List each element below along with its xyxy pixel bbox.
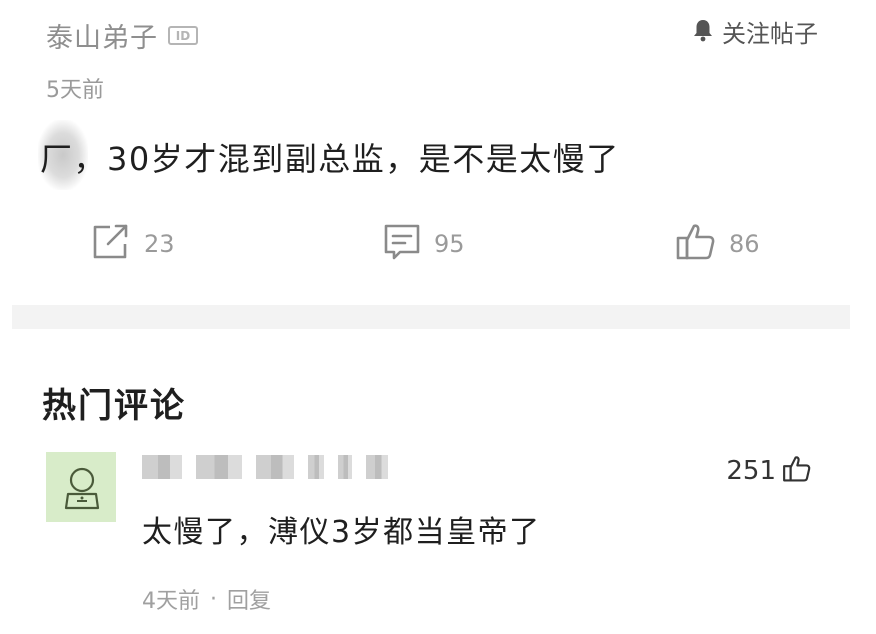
post-text: 厂，30岁才混到副总监，是不是太慢了 [40, 140, 620, 178]
section-divider [12, 305, 850, 329]
hot-comments-title: 热门评论 [42, 386, 186, 426]
follow-post-button[interactable]: 关注帖子 [692, 14, 818, 49]
follow-label: 关注帖子 [722, 20, 818, 48]
meta-separator: · [210, 586, 217, 612]
share-icon [90, 222, 132, 266]
share-count: 23 [144, 230, 175, 258]
comment-like-count: 251 [726, 456, 776, 486]
comment-count: 95 [434, 230, 465, 258]
like-count: 86 [729, 230, 760, 258]
comment-button[interactable]: 95 [382, 222, 465, 266]
username-mosaic-block [308, 455, 324, 479]
comment-icon [382, 222, 422, 266]
username-mosaic-block [256, 455, 294, 479]
username-mosaic-block [196, 455, 242, 479]
like-button[interactable]: 86 [675, 222, 760, 266]
avatar[interactable] [46, 452, 116, 522]
reply-button[interactable]: 回复 [227, 583, 271, 615]
post-time: 5天前 [46, 78, 104, 103]
comment-text: 太慢了，溥仪3岁都当皇帝了 [142, 515, 541, 550]
comment-like-button[interactable]: 251 [726, 454, 812, 488]
username-mosaic-block [366, 455, 388, 479]
username-mosaic-block [338, 455, 352, 479]
author-name[interactable]: 泰山弟子 [46, 16, 158, 55]
id-badge: ID [168, 26, 198, 45]
share-button[interactable]: 23 [90, 222, 175, 266]
post-author[interactable]: 泰山弟子 ID [46, 16, 198, 55]
commenter-username-redacted[interactable] [142, 452, 388, 482]
comment-meta: 4天前 · 回复 [142, 583, 271, 615]
thumbs-up-icon [782, 454, 812, 488]
username-mosaic-block [142, 455, 182, 479]
thumbs-up-icon [675, 222, 717, 266]
comment-time: 4天前 [142, 589, 200, 614]
bell-icon [692, 18, 714, 46]
